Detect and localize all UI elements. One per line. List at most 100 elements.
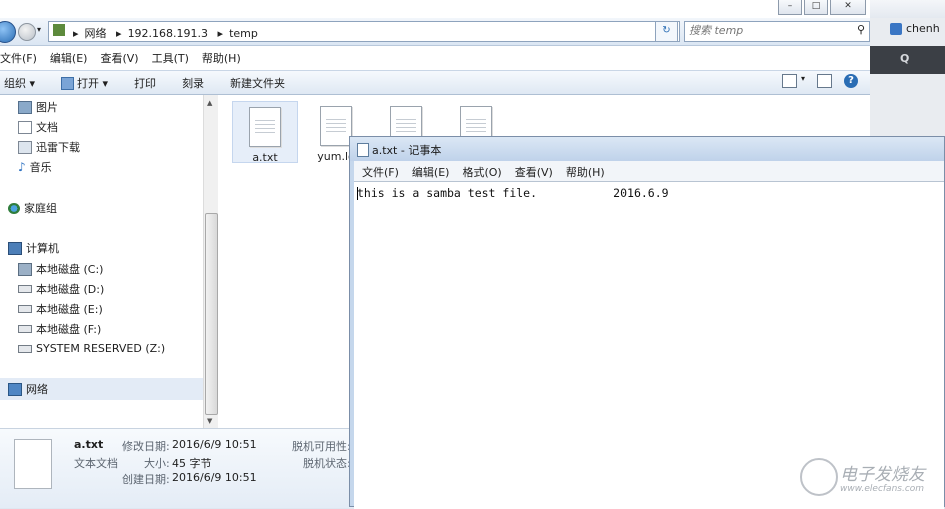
downloads-icon [18, 140, 32, 154]
text-file-icon [320, 106, 352, 146]
nav-item-drive-c[interactable]: 本地磁盘 (C:) [18, 261, 103, 277]
network-icon [8, 382, 22, 396]
menu-format[interactable]: 格式(O) [462, 164, 501, 180]
drive-icon [18, 344, 32, 353]
scroll-thumb[interactable] [205, 213, 218, 415]
menu-file[interactable]: 文件(F) [362, 164, 399, 180]
scroll-down-icon[interactable]: ▼ [207, 417, 212, 425]
nav-item-homegroup[interactable]: 家庭组 [8, 200, 57, 216]
menu-view[interactable]: 查看(V) [515, 164, 553, 180]
print-button[interactable]: 打印 [134, 75, 156, 91]
search-input[interactable] [685, 22, 843, 39]
menu-edit[interactable]: 编辑(E) [50, 50, 88, 66]
menu-file[interactable]: 文件(F) [0, 50, 37, 66]
text-file-icon [14, 439, 52, 489]
menu-edit[interactable]: 编辑(E) [412, 164, 450, 180]
nav-item-drive-d[interactable]: 本地磁盘 (D:) [18, 281, 104, 297]
nav-item-drive-z[interactable]: SYSTEM RESERVED (Z:) [18, 342, 165, 355]
open-button[interactable]: 打开 ▾ [61, 75, 108, 91]
search-box[interactable]: ⚲ [684, 21, 870, 42]
close-button[interactable]: ✕ [830, 0, 866, 15]
new-folder-button[interactable]: 新建文件夹 [230, 75, 285, 91]
browser-tab-label: chenh [906, 22, 940, 35]
notepad-content: this is a samba test file. 2016.6.9 [357, 186, 669, 200]
navigation-pane: 图片 文档 迅雷下载 ♪ 音乐 家庭组 计算机 本地磁盘 (C:) 本地磁盘 (D… [0, 95, 203, 428]
modified-value: 2016/6/9 10:51 [172, 438, 257, 451]
watermark: 电子发烧友 www.elecfans.com [800, 456, 940, 502]
notepad-window: a.txt - 记事本 文件(F) 编辑(E) 格式(O) 查看(V) 帮助(H… [349, 136, 945, 509]
drive-icon [18, 285, 32, 293]
notepad-menubar-area: 文件(F) 编辑(E) 格式(O) 查看(V) 帮助(H) [354, 161, 944, 181]
open-icon [61, 76, 75, 90]
back-button[interactable] [0, 21, 16, 43]
help-icon[interactable]: ? [844, 74, 858, 88]
notepad-title: a.txt - 记事本 [372, 144, 442, 157]
burn-button[interactable]: 刻录 [182, 75, 204, 91]
drive-icon [18, 305, 32, 313]
network-folder-icon [53, 24, 65, 36]
elecfans-logo-icon [800, 458, 838, 496]
explorer-menubar: 文件(F) 编辑(E) 查看(V) 工具(T) 帮助(H) [0, 50, 241, 66]
refresh-button[interactable]: ↻ [655, 21, 678, 42]
breadcrumb-item[interactable]: 网络 [85, 27, 107, 40]
browser-dark-toolbar: Q [870, 46, 945, 74]
minimize-button[interactable]: – [778, 0, 802, 15]
modified-label: 修改日期: [122, 440, 170, 453]
search-icon[interactable]: Q [900, 52, 909, 65]
homegroup-icon [8, 202, 20, 214]
nav-item-network[interactable]: 网络 [0, 378, 203, 400]
nav-item-documents[interactable]: 文档 [18, 119, 58, 135]
nav-item-drive-f[interactable]: 本地磁盘 (F:) [18, 321, 101, 337]
address-bar[interactable]: ▸网络 ▸192.168.191.3 ▸temp ▾ [48, 21, 680, 42]
breadcrumb-item[interactable]: temp [229, 27, 258, 40]
nav-item-computer[interactable]: 计算机 [8, 240, 59, 256]
nav-item-drive-e[interactable]: 本地磁盘 (E:) [18, 301, 103, 317]
maximize-button[interactable]: □ [804, 0, 828, 15]
menu-view[interactable]: 查看(V) [100, 50, 138, 66]
file-name: a.txt [252, 151, 278, 164]
nav-scrollbar[interactable]: ▲ ▼ [203, 95, 218, 428]
system-drive-icon [18, 262, 32, 276]
watermark-brand: 电子发烧友 [840, 465, 925, 485]
menu-help[interactable]: 帮助(H) [566, 164, 605, 180]
history-dropdown-icon[interactable]: ▾ [37, 25, 41, 34]
nav-item-pictures[interactable]: 图片 [18, 99, 58, 115]
documents-icon [18, 120, 32, 134]
tab-favicon-icon [890, 22, 902, 35]
preview-pane-icon[interactable] [817, 74, 832, 88]
view-dropdown-icon[interactable]: ▾ [801, 74, 805, 88]
drive-icon [18, 325, 32, 333]
watermark-url: www.elecfans.com [840, 484, 925, 494]
explorer-toolbar: 组织 ▾ 打开 ▾ 打印 刻录 新建文件夹 ▾ ? [0, 70, 870, 95]
music-icon: ♪ [18, 160, 26, 174]
offline-status-label: 脱机状态: [303, 457, 351, 470]
nav-item-downloads[interactable]: 迅雷下载 [18, 139, 80, 155]
notepad-menubar: 文件(F) 编辑(E) 格式(O) 查看(V) 帮助(H) [362, 164, 605, 180]
menu-help[interactable]: 帮助(H) [202, 50, 241, 66]
file-item-a-txt[interactable]: a.txt [232, 101, 298, 164]
organize-button[interactable]: 组织 ▾ [4, 75, 35, 91]
window-controls: – □ ✕ [778, 0, 866, 15]
scroll-up-icon[interactable]: ▲ [207, 99, 212, 107]
offline-availability-label: 脱机可用性: [292, 440, 351, 453]
nav-item-music[interactable]: ♪ 音乐 [18, 159, 52, 175]
forward-button[interactable] [18, 23, 36, 41]
browser-tab[interactable]: chenh [890, 22, 940, 35]
created-label: 创建日期: [122, 473, 170, 486]
computer-icon [8, 241, 22, 255]
size-label: 大小: [144, 457, 170, 470]
view-options-icon[interactable] [781, 74, 797, 88]
created-value: 2016/6/9 10:51 [172, 471, 257, 484]
menu-tools[interactable]: 工具(T) [152, 50, 189, 66]
size-value: 45 字节 [172, 457, 212, 470]
breadcrumb-item[interactable]: 192.168.191.3 [128, 27, 208, 40]
details-file-name: a.txt [74, 438, 104, 451]
breadcrumb: ▸ 网络 ▸ 192.168.191.3 ▸ temp [73, 27, 258, 40]
notepad-icon [357, 143, 369, 157]
details-file-type: 文本文档 [74, 457, 118, 470]
text-file-icon [249, 107, 281, 147]
address-row: ▾ ▸网络 ▸192.168.191.3 ▸temp ▾ ↻ ⚲ [0, 18, 870, 46]
search-icon[interactable]: ⚲ [857, 23, 865, 36]
pictures-icon [18, 100, 32, 114]
notepad-titlebar[interactable]: a.txt - 记事本 [350, 137, 944, 161]
